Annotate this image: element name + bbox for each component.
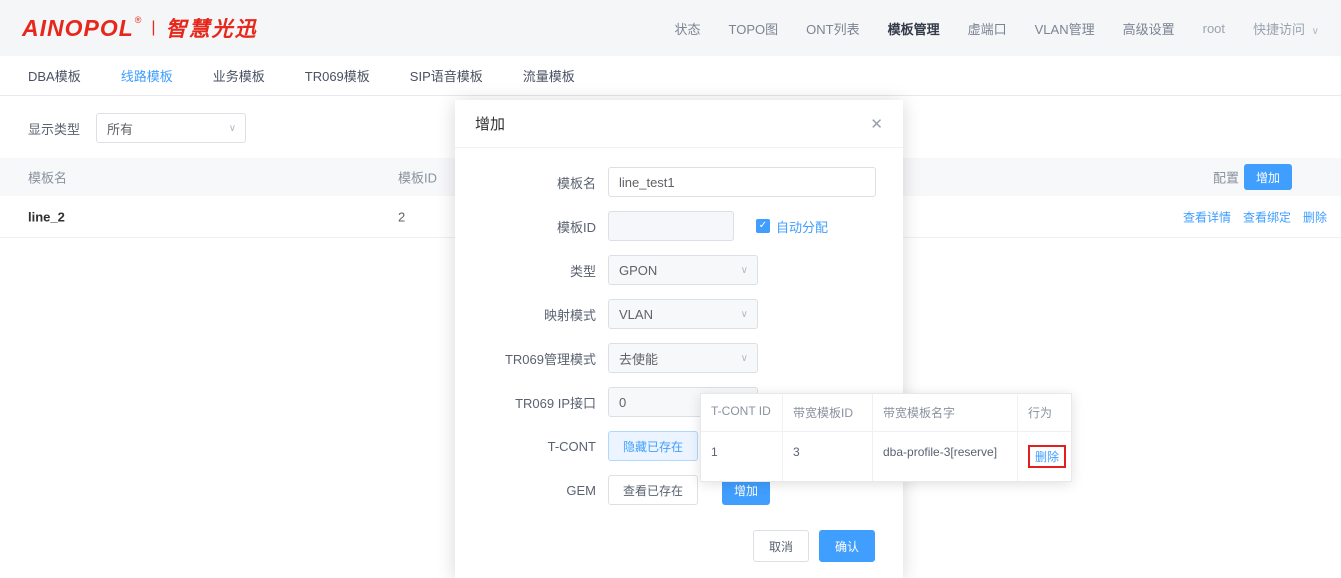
checkbox-checked-icon: ✓ xyxy=(756,219,770,233)
mapping-mode-select[interactable]: VLAN ∨ xyxy=(608,299,758,329)
template-tabs: DBA模板 线路模板 业务模板 TR069模板 SIP语音模板 流量模板 xyxy=(0,56,1341,96)
delete-row-link[interactable]: 删除 xyxy=(1303,208,1327,225)
tr069-mode-label: TR069管理模式 xyxy=(455,349,608,368)
mapping-mode-value: VLAN xyxy=(619,307,653,322)
column-tcont-id: T-CONT ID xyxy=(701,394,783,432)
template-name-input[interactable] xyxy=(608,167,876,197)
nav-item-topo[interactable]: TOPO图 xyxy=(729,19,779,38)
form-row-tr069-mode: TR069管理模式 去使能 ∨ xyxy=(455,336,903,380)
chevron-down-icon: ∨ xyxy=(741,353,748,364)
registered-mark: ® xyxy=(135,15,142,25)
tcont-popup-row: 1 3 dba-profile-3[reserve] 删除 xyxy=(701,432,1071,481)
display-type-value: 所有 xyxy=(107,119,133,138)
tr069-mode-value: 去使能 xyxy=(619,349,658,368)
nav-item-template-mgmt[interactable]: 模板管理 xyxy=(888,19,940,38)
mapping-mode-label: 映射模式 xyxy=(455,305,608,324)
quick-access-menu[interactable]: 快捷访问 ∨ xyxy=(1253,19,1319,38)
close-icon[interactable]: ✕ xyxy=(870,115,883,133)
row-actions: 查看详情 查看绑定 删除 xyxy=(1183,208,1327,225)
form-row-template-name: 模板名 xyxy=(455,160,903,204)
column-template-id: 模板ID xyxy=(398,168,437,187)
tab-traffic-template[interactable]: 流量模板 xyxy=(523,66,575,85)
filter-row: 显示类型 所有 ∨ xyxy=(28,113,246,143)
top-bar: AINOPOL ® | 智慧光迅 状态 TOPO图 ONT列表 模板管理 虚端口… xyxy=(0,0,1341,56)
column-bandwidth-profile-name: 带宽模板名字 xyxy=(873,394,1018,432)
type-select[interactable]: GPON ∨ xyxy=(608,255,758,285)
template-id-label: 模板ID xyxy=(455,217,608,236)
add-template-button[interactable]: 增加 xyxy=(1244,164,1292,190)
tr069-ip-label: TR069 IP接口 xyxy=(455,393,608,412)
logo-divider: | xyxy=(151,19,155,37)
display-type-select[interactable]: 所有 ∨ xyxy=(96,113,246,143)
tr069-mode-select[interactable]: 去使能 ∨ xyxy=(608,343,758,373)
chevron-down-icon: ∨ xyxy=(741,309,748,320)
dialog-header: 增加 ✕ xyxy=(455,100,903,148)
add-template-dialog: 增加 ✕ 模板名 模板ID ✓ 自动分配 类型 GPON ∨ xyxy=(455,100,903,578)
app-window: AINOPOL ® | 智慧光迅 状态 TOPO图 ONT列表 模板管理 虚端口… xyxy=(0,0,1341,578)
nav-item-advanced-settings[interactable]: 高级设置 xyxy=(1123,19,1175,38)
tab-line-template[interactable]: 线路模板 xyxy=(121,66,173,85)
view-existing-gem-button[interactable]: 查看已存在 xyxy=(608,475,698,505)
tcont-existing-popup: T-CONT ID 带宽模板ID 带宽模板名字 行为 1 3 dba-profi… xyxy=(700,393,1072,482)
tcont-action-cell: 删除 xyxy=(1018,432,1071,481)
brand-slogan: 智慧光迅 xyxy=(166,13,258,43)
nav-item-status[interactable]: 状态 xyxy=(675,19,701,38)
display-type-label: 显示类型 xyxy=(28,119,80,138)
chevron-down-icon: ∨ xyxy=(229,123,236,134)
template-id-input[interactable] xyxy=(608,211,734,241)
hide-existing-tcont-button[interactable]: 隐藏已存在 xyxy=(608,431,698,461)
tab-service-template[interactable]: 业务模板 xyxy=(213,66,265,85)
gem-label: GEM xyxy=(455,483,608,498)
auto-assign-checkbox[interactable]: ✓ 自动分配 xyxy=(756,217,828,236)
tab-sip-voice-template[interactable]: SIP语音模板 xyxy=(410,66,483,85)
type-value: GPON xyxy=(619,263,657,278)
chevron-down-icon: ∨ xyxy=(1312,26,1319,37)
delete-action-highlight-box: 删除 xyxy=(1028,445,1066,468)
cancel-button[interactable]: 取消 xyxy=(753,530,809,562)
tab-dba-template[interactable]: DBA模板 xyxy=(28,66,81,85)
main-nav: 状态 TOPO图 ONT列表 模板管理 虚端口 VLAN管理 高级设置 root… xyxy=(675,19,1319,38)
tab-tr069-template[interactable]: TR069模板 xyxy=(305,66,370,85)
brand-logo: AINOPOL ® | 智慧光迅 xyxy=(22,13,258,43)
tcont-label: T-CONT xyxy=(455,439,608,454)
column-bandwidth-profile-id: 带宽模板ID xyxy=(783,394,873,432)
nav-item-ont-list[interactable]: ONT列表 xyxy=(806,19,859,38)
form-row-template-id: 模板ID ✓ 自动分配 xyxy=(455,204,903,248)
nav-item-vlan-mgmt[interactable]: VLAN管理 xyxy=(1035,19,1095,38)
column-config: 配置 xyxy=(1213,168,1239,187)
dialog-title: 增加 xyxy=(475,113,505,134)
tr069-ip-value: 0 xyxy=(619,395,626,410)
dialog-footer: 取消 确认 xyxy=(753,530,875,562)
chevron-down-icon: ∨ xyxy=(741,265,748,276)
tcont-popup-header: T-CONT ID 带宽模板ID 带宽模板名字 行为 xyxy=(701,394,1071,432)
brand-name: AINOPOL xyxy=(22,15,134,42)
form-row-type: 类型 GPON ∨ xyxy=(455,248,903,292)
column-action: 行为 xyxy=(1018,394,1071,432)
bandwidth-profile-id-value: 3 xyxy=(783,432,873,481)
view-binding-link[interactable]: 查看绑定 xyxy=(1243,208,1291,225)
delete-tcont-link[interactable]: 删除 xyxy=(1035,450,1059,464)
bandwidth-profile-name-value: dba-profile-3[reserve] xyxy=(873,432,1018,481)
template-id-value: 2 xyxy=(398,209,405,224)
type-label: 类型 xyxy=(455,261,608,280)
column-template-name: 模板名 xyxy=(28,168,67,187)
template-name-value: line_2 xyxy=(28,209,65,224)
auto-assign-label: 自动分配 xyxy=(776,217,828,236)
form-row-mapping-mode: 映射模式 VLAN ∨ xyxy=(455,292,903,336)
quick-access-label: 快捷访问 xyxy=(1253,22,1305,37)
tcont-id-value: 1 xyxy=(701,432,783,481)
nav-item-virtual-port[interactable]: 虚端口 xyxy=(968,19,1007,38)
template-name-label: 模板名 xyxy=(455,173,608,192)
view-detail-link[interactable]: 查看详情 xyxy=(1183,208,1231,225)
user-name[interactable]: root xyxy=(1203,21,1225,36)
confirm-button[interactable]: 确认 xyxy=(819,530,875,562)
